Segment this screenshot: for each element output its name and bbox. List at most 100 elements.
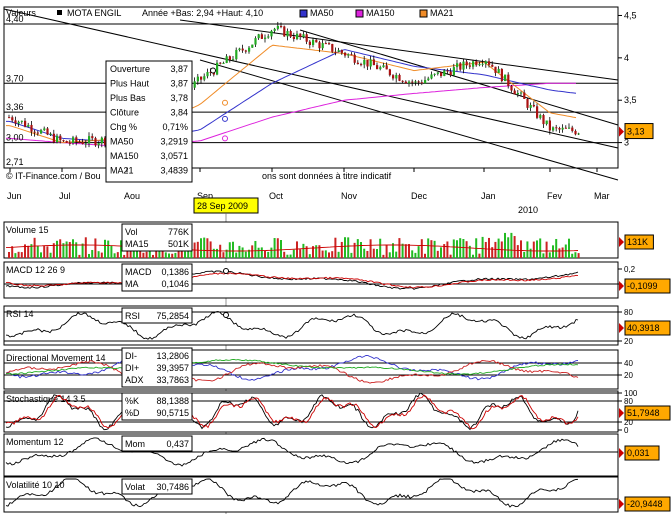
volume-bar xyxy=(142,252,145,258)
candle-down xyxy=(510,85,513,91)
candle-down xyxy=(14,120,17,124)
volume-bar xyxy=(20,252,23,258)
candle-up xyxy=(408,81,411,84)
info-label: Plus Bas xyxy=(110,93,146,103)
x-month-label: Aou xyxy=(124,191,140,201)
volume-bar xyxy=(238,245,241,258)
candle-down xyxy=(340,50,343,53)
candle-down xyxy=(446,70,449,72)
candle-up xyxy=(577,133,580,135)
candle-up xyxy=(193,81,196,88)
candle-up xyxy=(248,47,251,52)
volume-bar xyxy=(385,245,388,258)
right-tick-label: 3 xyxy=(624,138,629,148)
volume-bar xyxy=(372,248,375,258)
volume-bar xyxy=(296,241,298,258)
candle-up xyxy=(206,71,209,77)
volume-bar xyxy=(452,239,455,258)
rsi-right-value: 40,3918 xyxy=(627,323,660,333)
volume-bar xyxy=(209,241,212,258)
x-month-label: Jun xyxy=(7,191,22,201)
candle-up xyxy=(436,72,439,74)
candle-up xyxy=(395,74,398,79)
stock-chart: Valeurs MOTA ENGIL Année +Bas: 2,94 +Haut:… xyxy=(3,6,671,514)
candle-up xyxy=(222,62,225,64)
volume-bar xyxy=(17,251,20,258)
info-label: MA50 xyxy=(110,137,134,147)
candle-up xyxy=(433,73,436,75)
volume-bar xyxy=(507,237,510,258)
volume-bar xyxy=(49,252,52,258)
candle-down xyxy=(465,61,468,66)
x-month-label: Mar xyxy=(594,191,610,201)
candle-up xyxy=(561,127,564,130)
candle-up xyxy=(545,120,548,125)
rsi-marker xyxy=(223,312,229,318)
candle-down xyxy=(11,117,14,121)
volume-bar xyxy=(107,240,110,258)
stoch-title: Stochastique 14 3 5 xyxy=(6,394,86,404)
volume-bar xyxy=(388,252,391,258)
volume-box-label: MA15 xyxy=(125,239,149,249)
price-marker xyxy=(210,67,216,74)
stock-name: MOTA ENGIL xyxy=(67,8,121,18)
current-price: 3,13 xyxy=(627,127,645,137)
volume-bar xyxy=(321,250,324,258)
candle-up xyxy=(424,80,427,84)
candle-down xyxy=(360,64,363,66)
info-label: Ouverture xyxy=(110,64,150,74)
candle-down xyxy=(244,50,247,52)
volume-bar xyxy=(145,251,148,258)
stoch-box-label: %D xyxy=(125,408,140,418)
volume-bar xyxy=(244,251,247,258)
volume-bar xyxy=(398,238,401,258)
candle-down xyxy=(366,60,369,67)
candle-down xyxy=(571,127,574,131)
candle-down xyxy=(305,34,308,42)
candle-down xyxy=(62,140,65,142)
candle-down xyxy=(564,127,567,129)
volume-bar xyxy=(228,242,231,258)
candle-up xyxy=(238,48,241,51)
candle-down xyxy=(548,120,551,131)
x-month-label: Oct xyxy=(269,191,284,201)
volume-bar xyxy=(283,251,286,258)
volume-bar xyxy=(235,252,238,258)
candle-down xyxy=(24,120,27,127)
volume-bar xyxy=(219,244,222,258)
volume-bar xyxy=(462,238,465,258)
volume-bar xyxy=(113,253,116,258)
panel-arrow xyxy=(619,323,624,333)
volume-bar xyxy=(184,251,186,258)
volume-bar xyxy=(72,239,74,258)
info-label: MA150 xyxy=(110,151,139,161)
candle-up xyxy=(504,74,507,82)
volume-bar xyxy=(40,252,42,258)
macd-marker xyxy=(223,268,229,274)
x-year-label: 2010 xyxy=(518,205,538,215)
volume-bar xyxy=(545,241,548,258)
volume-bar xyxy=(539,238,542,258)
candle-up xyxy=(414,81,417,83)
candle-up xyxy=(254,38,257,45)
info-value: 0,71% xyxy=(162,122,188,132)
legend-label: MA21 xyxy=(430,8,454,18)
candle-up xyxy=(56,135,59,143)
right-tick-label: 3,5 xyxy=(624,95,637,105)
disclaimer-text: ons sont données à titre indicatif xyxy=(262,171,392,181)
volume-bar xyxy=(302,243,305,258)
volume-bar xyxy=(484,241,487,258)
stoch-box-value: 88,1388 xyxy=(156,396,189,406)
momentum-title: Momentum 12 xyxy=(6,437,64,447)
candle-up xyxy=(276,25,279,29)
right-tick-label: 4 xyxy=(624,53,629,63)
candle-down xyxy=(52,133,55,143)
candle-up xyxy=(286,30,289,37)
volume-bar xyxy=(65,241,68,258)
volume-bar xyxy=(510,232,513,258)
candle-down xyxy=(392,75,395,79)
volume-bar xyxy=(568,238,570,258)
volume-bar xyxy=(174,252,177,258)
candle-down xyxy=(536,106,539,118)
volume-box-value: 501K xyxy=(168,239,189,249)
